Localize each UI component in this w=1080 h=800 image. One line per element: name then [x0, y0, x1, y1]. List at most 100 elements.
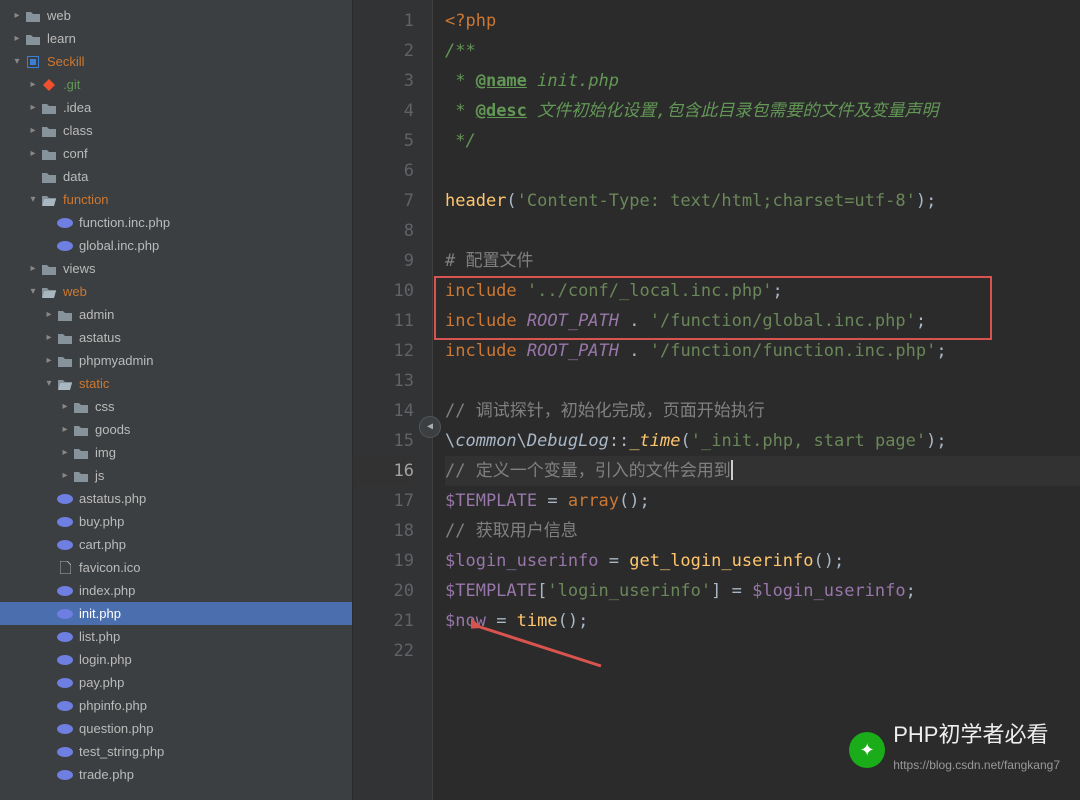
code-line[interactable]: // 获取用户信息	[445, 516, 1080, 546]
tree-item-views[interactable]: views	[0, 257, 352, 280]
tree-item-list-php[interactable]: list.php	[0, 625, 352, 648]
tree-item--git[interactable]: .git	[0, 73, 352, 96]
tree-item-conf[interactable]: conf	[0, 142, 352, 165]
line-number[interactable]: 22	[353, 636, 414, 666]
chevron-icon[interactable]	[10, 33, 24, 44]
line-number[interactable]: 6	[353, 156, 414, 186]
code-line[interactable]: // 定义一个变量，引入的文件会用到	[445, 456, 1080, 486]
tree-item-css[interactable]: css	[0, 395, 352, 418]
tree-item-phpmyadmin[interactable]: phpmyadmin	[0, 349, 352, 372]
tree-item-question-php[interactable]: question.php	[0, 717, 352, 740]
chevron-icon[interactable]	[42, 355, 56, 366]
line-number[interactable]: 18	[353, 516, 414, 546]
line-number[interactable]: 10	[353, 276, 414, 306]
tree-item-seckill[interactable]: Seckill	[0, 50, 352, 73]
tree-item-web[interactable]: web	[0, 4, 352, 27]
tree-item-index-php[interactable]: index.php	[0, 579, 352, 602]
line-number[interactable]: 5	[353, 126, 414, 156]
tree-item-js[interactable]: js	[0, 464, 352, 487]
line-number[interactable]: 13	[353, 366, 414, 396]
code-line[interactable]: /**	[445, 36, 1080, 66]
tree-item-learn[interactable]: learn	[0, 27, 352, 50]
code-editor[interactable]: 12345678910111213141516171819202122 ◀ <?…	[353, 0, 1080, 800]
tree-item-static[interactable]: static	[0, 372, 352, 395]
code-line[interactable]: */	[445, 126, 1080, 156]
tree-item-trade-php[interactable]: trade.php	[0, 763, 352, 786]
chevron-icon[interactable]	[58, 424, 72, 435]
tree-item-class[interactable]: class	[0, 119, 352, 142]
line-number[interactable]: 11	[353, 306, 414, 336]
line-number[interactable]: 16	[353, 456, 414, 486]
chevron-icon[interactable]	[26, 148, 40, 159]
chevron-icon[interactable]	[26, 194, 40, 205]
code-line[interactable]: <?php	[445, 6, 1080, 36]
code-line[interactable]: * @desc 文件初始化设置,包含此目录包需要的文件及变量声明	[445, 96, 1080, 126]
tree-item-init-php[interactable]: init.php	[0, 602, 352, 625]
line-number[interactable]: 4	[353, 96, 414, 126]
tree-item-phpinfo-php[interactable]: phpinfo.php	[0, 694, 352, 717]
line-number[interactable]: 12	[353, 336, 414, 366]
chevron-icon[interactable]	[26, 125, 40, 136]
tree-item-function-inc-php[interactable]: function.inc.php	[0, 211, 352, 234]
chevron-icon[interactable]	[26, 286, 40, 297]
code-line[interactable]: include ROOT_PATH . '/function/function.…	[445, 336, 1080, 366]
tree-item-admin[interactable]: admin	[0, 303, 352, 326]
tree-item-img[interactable]: img	[0, 441, 352, 464]
code-line[interactable]	[445, 156, 1080, 186]
tree-item-pay-php[interactable]: pay.php	[0, 671, 352, 694]
tree-item-test-string-php[interactable]: test_string.php	[0, 740, 352, 763]
line-number[interactable]: 21	[353, 606, 414, 636]
chevron-icon[interactable]	[10, 10, 24, 21]
chevron-icon[interactable]	[58, 401, 72, 412]
code-line[interactable]: header('Content-Type: text/html;charset=…	[445, 186, 1080, 216]
code-line[interactable]: \common\DebugLog::_time('_init.php, star…	[445, 426, 1080, 456]
code-line[interactable]: // 调试探针，初始化完成，页面开始执行	[445, 396, 1080, 426]
line-number[interactable]: 2	[353, 36, 414, 66]
line-number[interactable]: 17	[353, 486, 414, 516]
code-line[interactable]: include '../conf/_local.inc.php';	[445, 276, 1080, 306]
chevron-icon[interactable]	[26, 102, 40, 113]
line-number[interactable]: 8	[353, 216, 414, 246]
tree-item-function[interactable]: function	[0, 188, 352, 211]
line-number[interactable]: 1	[353, 6, 414, 36]
chevron-icon[interactable]	[42, 309, 56, 320]
tree-item-cart-php[interactable]: cart.php	[0, 533, 352, 556]
code-line[interactable]	[445, 636, 1080, 666]
chevron-icon[interactable]	[42, 332, 56, 343]
chevron-icon[interactable]	[10, 56, 24, 67]
tree-item--idea[interactable]: .idea	[0, 96, 352, 119]
tree-item-astatus-php[interactable]: astatus.php	[0, 487, 352, 510]
line-number[interactable]: 20	[353, 576, 414, 606]
chevron-icon[interactable]	[26, 263, 40, 274]
line-number[interactable]: 3	[353, 66, 414, 96]
tree-item-data[interactable]: data	[0, 165, 352, 188]
code-line[interactable]: # 配置文件	[445, 246, 1080, 276]
line-number[interactable]: 7	[353, 186, 414, 216]
line-number[interactable]: 9	[353, 246, 414, 276]
line-number[interactable]: 15	[353, 426, 414, 456]
code-area[interactable]: ◀ <?php/** * @name init.php * @desc 文件初始…	[433, 0, 1080, 800]
chevron-icon[interactable]	[42, 378, 56, 389]
tree-item-buy-php[interactable]: buy.php	[0, 510, 352, 533]
tree-item-astatus[interactable]: astatus	[0, 326, 352, 349]
line-number[interactable]: 19	[353, 546, 414, 576]
code-line[interactable]	[445, 216, 1080, 246]
project-tree[interactable]: weblearnSeckill.git.ideaclassconfdatafun…	[0, 0, 353, 800]
code-line[interactable]: $TEMPLATE['login_userinfo'] = $login_use…	[445, 576, 1080, 606]
chevron-icon[interactable]	[58, 470, 72, 481]
code-line[interactable]: $now = time();	[445, 606, 1080, 636]
code-line[interactable]: include ROOT_PATH . '/function/global.in…	[445, 306, 1080, 336]
code-line[interactable]	[445, 366, 1080, 396]
code-line[interactable]: $login_userinfo = get_login_userinfo();	[445, 546, 1080, 576]
tree-item-favicon-ico[interactable]: favicon.ico	[0, 556, 352, 579]
chevron-icon[interactable]	[58, 447, 72, 458]
tree-item-global-inc-php[interactable]: global.inc.php	[0, 234, 352, 257]
code-line[interactable]: $TEMPLATE = array();	[445, 486, 1080, 516]
line-number[interactable]: 14	[353, 396, 414, 426]
tree-item-login-php[interactable]: login.php	[0, 648, 352, 671]
tree-item-goods[interactable]: goods	[0, 418, 352, 441]
fold-toggle[interactable]: ◀	[419, 416, 441, 438]
code-line[interactable]: * @name init.php	[445, 66, 1080, 96]
chevron-icon[interactable]	[26, 79, 40, 90]
tree-item-web[interactable]: web	[0, 280, 352, 303]
